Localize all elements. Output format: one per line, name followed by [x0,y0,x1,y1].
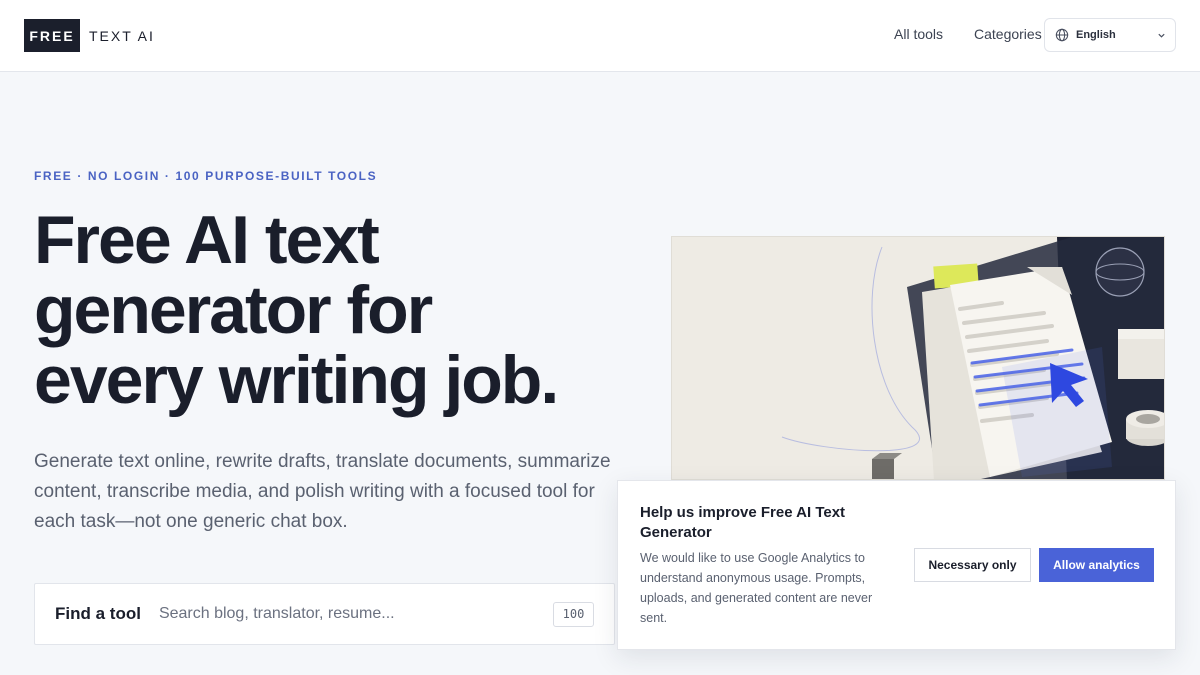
tool-count-badge: 100 [553,601,594,627]
headline-line-2: generator for [34,272,433,348]
search-input[interactable] [158,605,553,623]
headline-line-3: every writing job. [34,342,559,418]
headline-line-1: Free AI text [34,202,380,278]
consent-title: Help us improve Free AI Text Generator [640,504,846,541]
hero-subtext: Generate text online, rewrite drafts, tr… [34,451,611,532]
hero-illustration [671,236,1165,480]
search-label: Find a tool [55,604,141,623]
site-logo[interactable]: FREE TEXT AI [24,19,155,52]
necessary-only-button[interactable]: Necessary only [914,548,1031,582]
analytics-consent-banner: Help us improve Free AI Text Generator W… [617,480,1176,650]
nav-categories[interactable]: Categories [974,26,1042,42]
nav-all-tools[interactable]: All tools [894,26,943,42]
language-select[interactable]: English [1044,18,1176,52]
documents-illustration [672,237,1164,479]
hero-headline: Free AI text generator for every writing… [34,205,654,415]
tool-search[interactable]: Find a tool 100 [34,583,615,645]
logo-text: TEXT AI [89,27,155,44]
hero-eyebrow: FREE · NO LOGIN · 100 PURPOSE-BUILT TOOL… [34,169,378,183]
consent-text: We would like to use Google Analytics to… [640,551,873,625]
page: FREE TEXT AI All tools Categories Englis… [0,0,1200,675]
language-label: English [1076,29,1116,41]
chevron-down-icon [1158,33,1165,38]
globe-icon [1055,28,1069,42]
logo-box: FREE [24,19,80,52]
site-header: FREE TEXT AI All tools Categories Englis… [0,0,1200,72]
allow-analytics-button[interactable]: Allow analytics [1039,548,1154,582]
